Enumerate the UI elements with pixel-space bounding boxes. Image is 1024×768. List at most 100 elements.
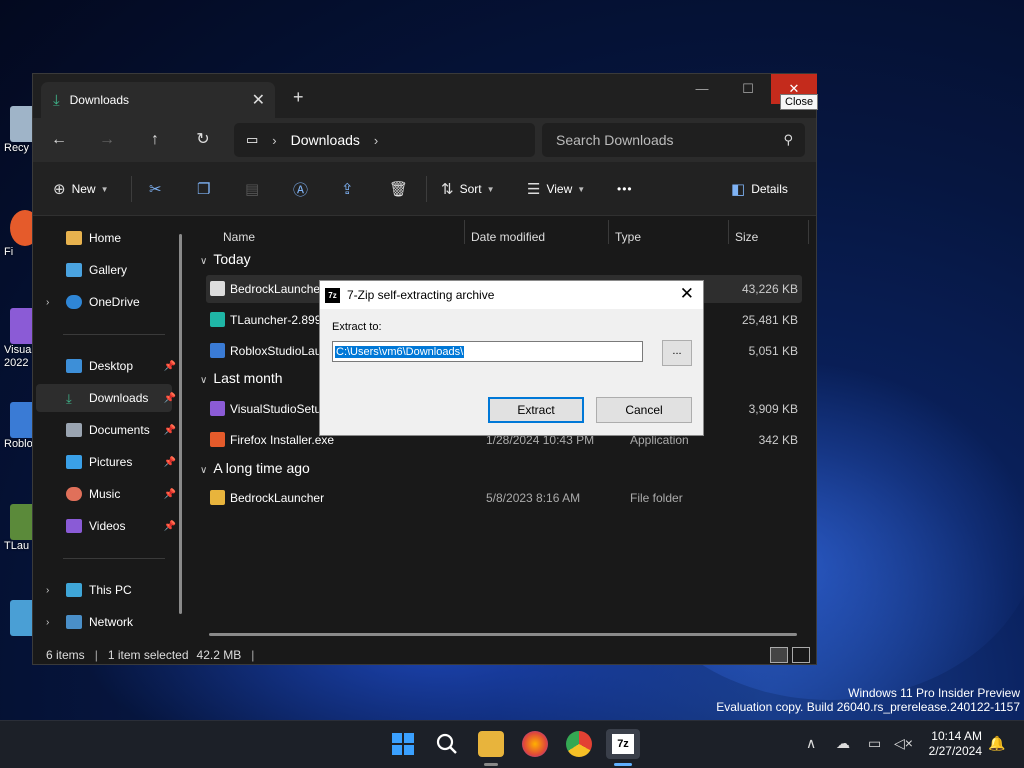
sidebar-item-onedrive[interactable]: › OneDrive <box>36 288 172 316</box>
details-button[interactable]: ◧ Details <box>731 178 788 200</box>
notification-bell-icon[interactable]: 🔔 <box>988 735 1005 752</box>
copy-icon: ❐ <box>197 181 211 198</box>
download-arrow-icon: ⤓ <box>53 91 60 109</box>
sidebar-item-gallery[interactable]: Gallery <box>36 256 172 284</box>
scissors-icon: ✂ <box>149 181 162 198</box>
sidebar-item-network[interactable]: › Network <box>36 608 172 636</box>
new-button[interactable]: ⊕ New ▼ <box>53 178 109 200</box>
title-bar: ⤓ Downloads ✕ + — ☐ ✕ <box>33 74 817 118</box>
back-button[interactable]: ← <box>45 128 73 152</box>
file-size: 25,481 KB <box>741 313 798 327</box>
sidebar-scrollbar[interactable] <box>179 234 182 614</box>
chevron-right-icon[interactable]: › <box>46 297 49 308</box>
volume-muted-icon[interactable]: ◁× <box>894 735 913 752</box>
up-button[interactable]: ↑ <box>141 128 169 152</box>
computer-icon <box>66 583 82 597</box>
sidebar-item-documents[interactable]: Documents 📌 <box>36 416 176 444</box>
evaluation-watermark: Windows 11 Pro Insider Preview Evaluatio… <box>716 686 1020 714</box>
sidebar-item-videos[interactable]: Videos 📌 <box>36 512 176 540</box>
sort-button[interactable]: ⇅ Sort ▼ <box>441 178 495 200</box>
plus-circle-icon: ⊕ <box>53 181 66 198</box>
address-field[interactable]: ▭ › Downloads › <box>234 123 535 157</box>
breadcrumb-chevron-icon[interactable]: › <box>374 133 378 148</box>
file-name: VisualStudioSetu <box>230 402 322 416</box>
videos-icon <box>66 519 82 533</box>
search-taskbar-button[interactable] <box>434 731 460 757</box>
file-size: 342 KB <box>758 433 798 447</box>
sidebar-item-music[interactable]: Music 📌 <box>36 480 176 508</box>
file-explorer-taskbar-button[interactable] <box>478 731 504 757</box>
file-name: TLauncher-2.899 <box>230 313 322 327</box>
clipboard-icon: ▤ <box>245 181 260 198</box>
file-date: 5/8/2023 8:16 AM <box>486 491 581 505</box>
search-icon <box>436 733 457 754</box>
file-size: 5,051 KB <box>748 344 798 358</box>
pictures-icon <box>66 455 82 469</box>
pin-icon: 📌 <box>163 392 176 404</box>
file-icon <box>210 312 225 327</box>
file-type: File folder <box>630 491 683 505</box>
sidebar-item-this-pc[interactable]: › This PC <box>36 576 172 604</box>
extract-to-label: Extract to: <box>332 321 382 333</box>
extract-button[interactable]: Extract <box>488 397 584 423</box>
refresh-button[interactable]: ↻ <box>189 128 217 152</box>
pin-icon: 📌 <box>163 488 176 500</box>
chevron-right-icon[interactable]: › <box>46 617 49 628</box>
maximize-button[interactable]: ☐ <box>725 74 771 104</box>
sidebar-item-pictures[interactable]: Pictures 📌 <box>36 448 176 476</box>
tab-close-icon[interactable]: ✕ <box>252 90 265 110</box>
breadcrumb-downloads[interactable]: Downloads <box>291 132 360 148</box>
sidebar-item-desktop[interactable]: Desktop 📌 <box>36 352 176 380</box>
view-button[interactable]: ☰ View ▼ <box>527 178 585 200</box>
tiles-view-toggle[interactable] <box>792 647 810 663</box>
command-bar: ⊕ New ▼ ✂ ❐ ▤ Ⓐ ⇪ 🗑 ⇅ Sort ▼ ☰ View ▼ ••… <box>33 162 816 216</box>
file-name: RobloxStudioLau <box>230 344 322 358</box>
sevenzip-icon: 7z <box>612 734 634 754</box>
paste-button[interactable]: ▤ <box>245 178 265 200</box>
start-button[interactable] <box>390 731 416 757</box>
taskbar: 7z ∧ ☁ ▭ ◁× 10:14 AM 2/27/2024 🔔 <box>0 720 1024 768</box>
share-icon: ⇪ <box>341 181 354 198</box>
file-size: 3,909 KB <box>748 402 798 416</box>
file-icon <box>210 432 225 447</box>
sort-icon: ⇅ <box>441 181 454 198</box>
group-header-last-month[interactable]: ∨ Last month <box>200 370 283 386</box>
file-size: 43,226 KB <box>741 282 798 296</box>
minimize-button[interactable]: — <box>679 74 725 104</box>
chevron-down-icon: ∨ <box>200 465 208 476</box>
chevron-right-icon[interactable]: › <box>46 585 49 596</box>
new-tab-button[interactable]: + <box>293 87 304 108</box>
tray-overflow-chevron-icon[interactable]: ∧ <box>806 735 816 752</box>
onedrive-offline-icon[interactable]: ☁ <box>836 735 850 752</box>
cancel-button[interactable]: Cancel <box>596 397 692 423</box>
more-options-button[interactable]: ••• <box>617 178 633 200</box>
pin-icon: 📌 <box>163 424 176 436</box>
dialog-close-icon[interactable]: ✕ <box>680 284 694 304</box>
horizontal-scrollbar[interactable] <box>209 633 797 636</box>
clock[interactable]: 10:14 AM 2/27/2024 <box>922 729 982 759</box>
forward-button[interactable]: → <box>93 128 121 152</box>
details-view-toggle[interactable] <box>770 647 788 663</box>
table-row[interactable]: BedrockLauncher 5/8/2023 8:16 AM File fold… <box>206 484 802 512</box>
extract-path-input[interactable]: C:\Users\vm6\Downloads\ <box>332 341 643 362</box>
firefox-taskbar-button[interactable] <box>522 731 548 757</box>
tab-downloads[interactable]: ⤓ Downloads ✕ <box>41 82 275 118</box>
delete-button[interactable]: 🗑 <box>389 178 414 200</box>
group-header-long-ago[interactable]: ∨ A long time ago <box>200 460 310 476</box>
search-input[interactable]: Search Downloads ⚲ <box>542 123 805 157</box>
chrome-taskbar-button[interactable] <box>566 731 592 757</box>
sidebar-item-downloads[interactable]: ⤓ Downloads 📌 <box>36 384 176 412</box>
sevenzip-taskbar-button[interactable]: 7z <box>606 729 640 759</box>
group-header-today[interactable]: ∨ Today <box>200 251 251 267</box>
browse-button[interactable]: ... <box>662 340 692 366</box>
share-button[interactable]: ⇪ <box>341 178 360 200</box>
cut-button[interactable]: ✂ <box>149 178 168 200</box>
network-icon[interactable]: ▭ <box>868 735 881 752</box>
cloud-icon <box>66 295 82 309</box>
windows-logo-icon <box>392 733 414 755</box>
sidebar-item-home[interactable]: Home <box>36 224 172 252</box>
rename-button[interactable]: Ⓐ <box>293 178 314 200</box>
chevron-down-icon: ∨ <box>200 375 208 386</box>
status-bar: 6 items | 1 item selected 42.2 MB | <box>33 644 816 666</box>
copy-button[interactable]: ❐ <box>197 178 216 200</box>
